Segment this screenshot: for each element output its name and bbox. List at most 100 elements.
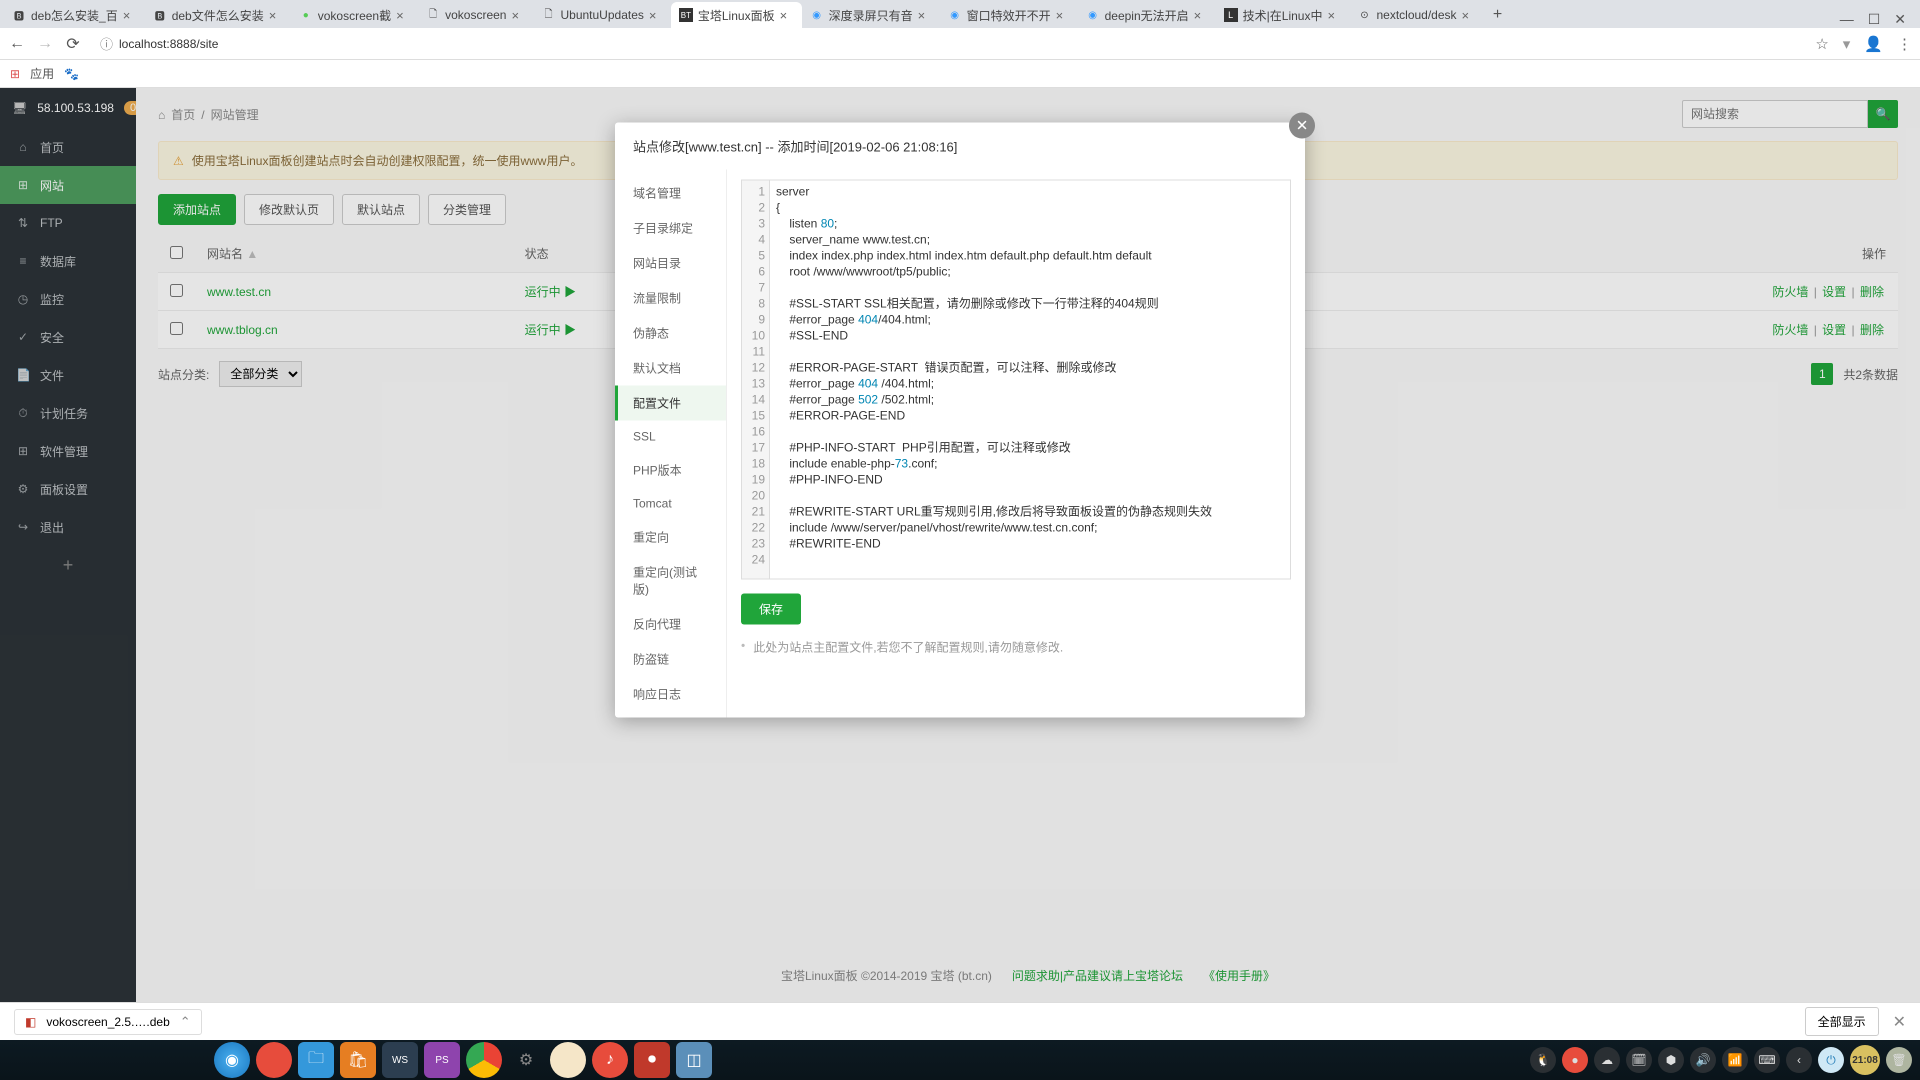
apps-icon[interactable]: ⊞ bbox=[10, 67, 20, 81]
close-icon[interactable]: × bbox=[918, 8, 932, 22]
modal-tab[interactable]: 配置文件 bbox=[615, 386, 726, 421]
favicon-icon: BT bbox=[679, 8, 693, 22]
modal-tab[interactable]: 子目录绑定 bbox=[615, 211, 726, 246]
launcher-icon[interactable]: ◉ bbox=[214, 1042, 250, 1078]
modal-tab[interactable]: 伪静态 bbox=[615, 316, 726, 351]
show-all-downloads-button[interactable]: 全部显示 bbox=[1805, 1007, 1879, 1036]
close-icon[interactable]: × bbox=[1462, 8, 1476, 22]
favicon-icon: ◉ bbox=[948, 8, 962, 22]
chevron-up-icon[interactable]: ⌃ bbox=[180, 1014, 191, 1030]
close-icon[interactable]: × bbox=[511, 8, 525, 22]
trash-icon[interactable]: 🗑 bbox=[1886, 1047, 1912, 1073]
info-icon: ⓘ bbox=[100, 34, 113, 53]
minimize-icon[interactable]: — bbox=[1840, 11, 1854, 28]
webstorm-icon[interactable]: WS bbox=[382, 1042, 418, 1078]
close-icon[interactable]: × bbox=[396, 8, 410, 22]
favicon-icon: L bbox=[1224, 8, 1238, 22]
modal-tab[interactable]: 重定向(测试版) bbox=[615, 555, 726, 607]
tab[interactable]: 🅱deb文件怎么安装 × bbox=[145, 2, 291, 28]
modal-tab[interactable]: 默认文档 bbox=[615, 351, 726, 386]
tray-icon[interactable]: ● bbox=[1562, 1047, 1588, 1073]
bookmark-icon[interactable]: 🐾 bbox=[64, 67, 79, 81]
tab-title: UbuntuUpdates bbox=[560, 8, 643, 22]
tab[interactable]: ◉窗口特效开不开× bbox=[940, 2, 1078, 28]
close-icon[interactable]: × bbox=[123, 8, 137, 22]
keyboard-icon[interactable]: ⌨ bbox=[1754, 1047, 1780, 1073]
close-icon[interactable]: × bbox=[1056, 8, 1070, 22]
music-icon[interactable]: ♪ bbox=[592, 1042, 628, 1078]
close-icon[interactable]: × bbox=[1194, 8, 1208, 22]
tray-icon[interactable]: 🐧 bbox=[1530, 1047, 1556, 1073]
modal-tab[interactable]: 重定向 bbox=[615, 520, 726, 555]
tray-icon[interactable]: 🗓 bbox=[1626, 1047, 1652, 1073]
phpstorm-icon[interactable]: PS bbox=[424, 1042, 460, 1078]
tab[interactable]: L 技术|在Linux中 × bbox=[1216, 2, 1350, 28]
volume-icon[interactable]: 🔊 bbox=[1690, 1047, 1716, 1073]
back-button[interactable]: ← bbox=[8, 35, 26, 53]
wifi-icon[interactable]: 📶 bbox=[1722, 1047, 1748, 1073]
tab-active[interactable]: BT宝塔Linux面板× bbox=[671, 2, 802, 28]
reload-button[interactable]: ⟳ bbox=[64, 35, 82, 53]
tab-title: deb文件怎么安装 bbox=[172, 7, 264, 24]
chrome-icon[interactable] bbox=[466, 1042, 502, 1078]
menu-icon[interactable]: ⋮ bbox=[1897, 35, 1912, 53]
forward-button[interactable]: → bbox=[36, 35, 54, 53]
close-icon[interactable]: × bbox=[1327, 8, 1341, 22]
favicon-icon: 🅱 bbox=[12, 8, 26, 22]
close-icon[interactable]: × bbox=[269, 8, 283, 22]
tab[interactable]: 🅱deb怎么安装_百× bbox=[4, 2, 145, 28]
app-icon[interactable]: ◫ bbox=[676, 1042, 712, 1078]
close-download-bar-icon[interactable]: ✕ bbox=[1893, 1012, 1906, 1032]
app-icon[interactable] bbox=[256, 1042, 292, 1078]
save-button[interactable]: 保存 bbox=[741, 594, 801, 625]
tab-title: 技术|在Linux中 bbox=[1243, 7, 1323, 24]
close-icon[interactable]: × bbox=[649, 8, 663, 22]
tab[interactable]: ◉deepin无法开启× bbox=[1078, 2, 1216, 28]
download-item[interactable]: ◧ vokoscreen_2.5.….deb ⌃ bbox=[14, 1009, 202, 1035]
profile-icon[interactable]: 👤 bbox=[1864, 35, 1883, 53]
modal-tab[interactable]: 网站目录 bbox=[615, 246, 726, 281]
url-text: localhost:8888/site bbox=[119, 37, 218, 51]
app-icon[interactable] bbox=[550, 1042, 586, 1078]
tab-overview-icon[interactable]: ▾ bbox=[1843, 35, 1851, 53]
tab[interactable]: ◉深度录屏只有音× bbox=[802, 2, 940, 28]
tray-icon[interactable]: ☁ bbox=[1594, 1047, 1620, 1073]
favicon-icon: ● bbox=[299, 8, 313, 22]
config-editor[interactable]: 123456789101112131415161718192021222324 … bbox=[741, 180, 1291, 580]
close-icon[interactable]: × bbox=[780, 8, 794, 22]
record-icon[interactable]: ⏺ bbox=[634, 1042, 670, 1078]
taskbar: ◉ 🗀 🛍 WS PS ⚙ ♪ ⏺ ◫ 🐧 ● ☁ 🗓 ⬢ 🔊 📶 ⌨ ‹ ⏻ … bbox=[0, 1040, 1920, 1080]
modal-tab[interactable]: Tomcat bbox=[615, 488, 726, 520]
modal-tab[interactable]: 响应日志 bbox=[615, 677, 726, 712]
close-window-icon[interactable]: ✕ bbox=[1894, 11, 1906, 28]
file-icon: ◧ bbox=[25, 1015, 36, 1029]
modal-tab[interactable]: 防盗链 bbox=[615, 642, 726, 677]
modal-tab[interactable]: 域名管理 bbox=[615, 176, 726, 211]
store-icon[interactable]: 🛍 bbox=[340, 1042, 376, 1078]
modal-tab[interactable]: 反向代理 bbox=[615, 607, 726, 642]
files-icon[interactable]: 🗀 bbox=[298, 1042, 334, 1078]
download-filename: vokoscreen_2.5.….deb bbox=[46, 1015, 169, 1029]
apps-label[interactable]: 应用 bbox=[30, 65, 54, 82]
modal-tab[interactable]: 流量限制 bbox=[615, 281, 726, 316]
power-icon[interactable]: ⏻ bbox=[1818, 1047, 1844, 1073]
url-input[interactable]: ⓘ localhost:8888/site bbox=[92, 32, 1805, 56]
new-tab-button[interactable]: + bbox=[1484, 2, 1512, 28]
usb-icon[interactable]: ⬢ bbox=[1658, 1047, 1684, 1073]
clock[interactable]: 21:08 bbox=[1850, 1045, 1880, 1075]
code-content[interactable]: server { listen 80; server_name www.test… bbox=[770, 181, 1290, 579]
tab[interactable]: 🗋UbuntuUpdates× bbox=[533, 2, 670, 28]
maximize-icon[interactable]: ☐ bbox=[1868, 11, 1881, 28]
star-icon[interactable]: ☆ bbox=[1815, 35, 1828, 53]
settings-icon[interactable]: ⚙ bbox=[508, 1042, 544, 1078]
modal-tab[interactable]: PHP版本 bbox=[615, 453, 726, 488]
tab[interactable]: ⊙nextcloud/desk× bbox=[1349, 2, 1483, 28]
favicon-icon: 🅱 bbox=[153, 8, 167, 22]
download-bar: ◧ vokoscreen_2.5.….deb ⌃ 全部显示 ✕ bbox=[0, 1002, 1920, 1040]
tab[interactable]: 🗋vokoscreen× bbox=[418, 2, 533, 28]
modal-tab[interactable]: SSL bbox=[615, 421, 726, 453]
chevron-left-icon[interactable]: ‹ bbox=[1786, 1047, 1812, 1073]
modal-title: 站点修改[www.test.cn] -- 添加时间[2019-02-06 21:… bbox=[615, 123, 1305, 170]
tab[interactable]: ●vokoscreen截× bbox=[291, 2, 418, 28]
modal-close-button[interactable]: ✕ bbox=[1289, 113, 1315, 139]
